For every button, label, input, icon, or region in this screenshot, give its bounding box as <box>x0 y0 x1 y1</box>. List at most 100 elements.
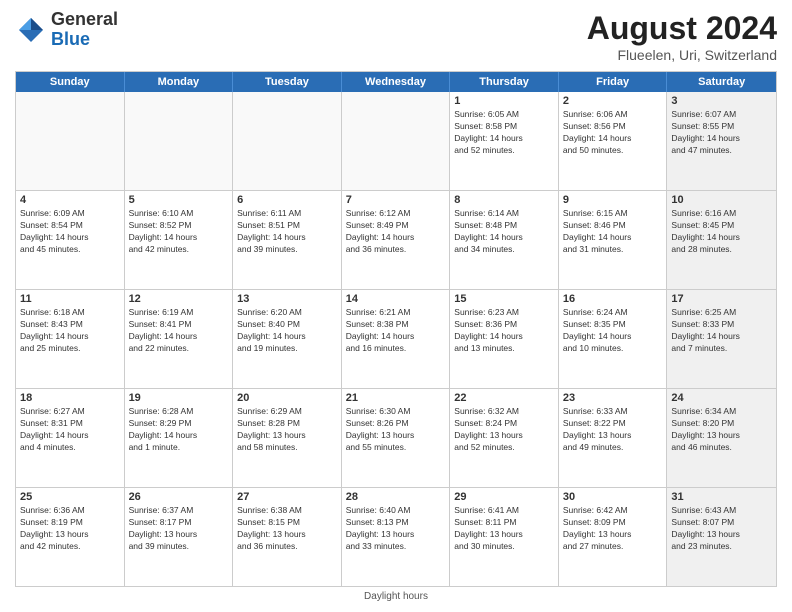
day-number: 6 <box>237 194 337 206</box>
footer-text: Daylight hours <box>364 591 428 602</box>
logo-general: General <box>51 10 118 30</box>
day-info: Sunrise: 6:24 AM Sunset: 8:35 PM Dayligh… <box>563 307 663 355</box>
calendar-header: SundayMondayTuesdayWednesdayThursdayFrid… <box>16 72 776 92</box>
day-number: 31 <box>671 491 772 503</box>
day-cell-9: 9 Sunrise: 6:15 AM Sunset: 8:46 PM Daylig… <box>559 191 668 289</box>
day-number: 25 <box>20 491 120 503</box>
day-number: 26 <box>129 491 229 503</box>
day-cell-15: 15 Sunrise: 6:23 AM Sunset: 8:36 PM Dayli… <box>450 290 559 388</box>
day-cell-18: 18 Sunrise: 6:27 AM Sunset: 8:31 PM Dayli… <box>16 389 125 487</box>
day-info: Sunrise: 6:09 AM Sunset: 8:54 PM Dayligh… <box>20 208 120 256</box>
day-info: Sunrise: 6:15 AM Sunset: 8:46 PM Dayligh… <box>563 208 663 256</box>
day-number: 18 <box>20 392 120 404</box>
empty-cell-0-3 <box>342 92 451 190</box>
header-day-monday: Monday <box>125 72 234 92</box>
day-info: Sunrise: 6:27 AM Sunset: 8:31 PM Dayligh… <box>20 406 120 454</box>
day-number: 24 <box>671 392 772 404</box>
day-number: 19 <box>129 392 229 404</box>
page: General Blue August 2024 Flueelen, Uri, … <box>0 0 792 612</box>
title-month: August 2024 <box>587 10 777 47</box>
day-cell-30: 30 Sunrise: 6:42 AM Sunset: 8:09 PM Dayli… <box>559 488 668 586</box>
day-number: 22 <box>454 392 554 404</box>
calendar-body: 1Sunrise: 6:05 AM Sunset: 8:58 PM Daylig… <box>16 92 776 586</box>
day-info: Sunrise: 6:05 AM Sunset: 8:58 PM Dayligh… <box>454 109 554 157</box>
day-cell-7: 7Sunrise: 6:12 AM Sunset: 8:49 PM Daylig… <box>342 191 451 289</box>
day-cell-21: 21Sunrise: 6:30 AM Sunset: 8:26 PM Dayli… <box>342 389 451 487</box>
empty-cell-0-0 <box>16 92 125 190</box>
calendar-row-1: 4 Sunrise: 6:09 AM Sunset: 8:54 PM Daylig… <box>16 190 776 289</box>
calendar-row-0: 1Sunrise: 6:05 AM Sunset: 8:58 PM Daylig… <box>16 92 776 190</box>
day-info: Sunrise: 6:29 AM Sunset: 8:28 PM Dayligh… <box>237 406 337 454</box>
day-cell-10: 10Sunrise: 6:16 AM Sunset: 8:45 PM Dayli… <box>667 191 776 289</box>
day-cell-20: 20 Sunrise: 6:29 AM Sunset: 8:28 PM Dayli… <box>233 389 342 487</box>
day-info: Sunrise: 6:34 AM Sunset: 8:20 PM Dayligh… <box>671 406 772 454</box>
header-day-sunday: Sunday <box>16 72 125 92</box>
day-info: Sunrise: 6:16 AM Sunset: 8:45 PM Dayligh… <box>671 208 772 256</box>
calendar-row-2: 11Sunrise: 6:18 AM Sunset: 8:43 PM Dayli… <box>16 289 776 388</box>
day-cell-17: 17Sunrise: 6:25 AM Sunset: 8:33 PM Dayli… <box>667 290 776 388</box>
day-info: Sunrise: 6:06 AM Sunset: 8:56 PM Dayligh… <box>563 109 663 157</box>
header-day-saturday: Saturday <box>667 72 776 92</box>
day-info: Sunrise: 6:10 AM Sunset: 8:52 PM Dayligh… <box>129 208 229 256</box>
day-cell-5: 5 Sunrise: 6:10 AM Sunset: 8:52 PM Daylig… <box>125 191 234 289</box>
day-cell-11: 11Sunrise: 6:18 AM Sunset: 8:43 PM Dayli… <box>16 290 125 388</box>
day-info: Sunrise: 6:36 AM Sunset: 8:19 PM Dayligh… <box>20 505 120 553</box>
day-number: 5 <box>129 194 229 206</box>
day-info: Sunrise: 6:23 AM Sunset: 8:36 PM Dayligh… <box>454 307 554 355</box>
logo: General Blue <box>15 10 118 50</box>
day-cell-1: 1Sunrise: 6:05 AM Sunset: 8:58 PM Daylig… <box>450 92 559 190</box>
day-number: 17 <box>671 293 772 305</box>
day-info: Sunrise: 6:38 AM Sunset: 8:15 PM Dayligh… <box>237 505 337 553</box>
day-info: Sunrise: 6:41 AM Sunset: 8:11 PM Dayligh… <box>454 505 554 553</box>
calendar: SundayMondayTuesdayWednesdayThursdayFrid… <box>15 71 777 587</box>
day-number: 11 <box>20 293 120 305</box>
day-info: Sunrise: 6:07 AM Sunset: 8:55 PM Dayligh… <box>671 109 772 157</box>
day-number: 21 <box>346 392 446 404</box>
day-cell-4: 4 Sunrise: 6:09 AM Sunset: 8:54 PM Daylig… <box>16 191 125 289</box>
calendar-row-3: 18 Sunrise: 6:27 AM Sunset: 8:31 PM Dayli… <box>16 388 776 487</box>
day-number: 3 <box>671 95 772 107</box>
title-location: Flueelen, Uri, Switzerland <box>587 47 777 63</box>
day-number: 28 <box>346 491 446 503</box>
day-info: Sunrise: 6:28 AM Sunset: 8:29 PM Dayligh… <box>129 406 229 454</box>
day-number: 15 <box>454 293 554 305</box>
day-info: Sunrise: 6:12 AM Sunset: 8:49 PM Dayligh… <box>346 208 446 256</box>
header: General Blue August 2024 Flueelen, Uri, … <box>15 10 777 63</box>
day-cell-25: 25 Sunrise: 6:36 AM Sunset: 8:19 PM Dayli… <box>16 488 125 586</box>
day-info: Sunrise: 6:20 AM Sunset: 8:40 PM Dayligh… <box>237 307 337 355</box>
day-info: Sunrise: 6:32 AM Sunset: 8:24 PM Dayligh… <box>454 406 554 454</box>
day-number: 16 <box>563 293 663 305</box>
day-number: 13 <box>237 293 337 305</box>
header-day-thursday: Thursday <box>450 72 559 92</box>
day-cell-29: 29Sunrise: 6:41 AM Sunset: 8:11 PM Dayli… <box>450 488 559 586</box>
header-day-friday: Friday <box>559 72 668 92</box>
header-day-wednesday: Wednesday <box>342 72 451 92</box>
day-cell-28: 28Sunrise: 6:40 AM Sunset: 8:13 PM Dayli… <box>342 488 451 586</box>
day-cell-19: 19 Sunrise: 6:28 AM Sunset: 8:29 PM Dayli… <box>125 389 234 487</box>
day-info: Sunrise: 6:42 AM Sunset: 8:09 PM Dayligh… <box>563 505 663 553</box>
day-cell-26: 26Sunrise: 6:37 AM Sunset: 8:17 PM Dayli… <box>125 488 234 586</box>
day-cell-8: 8 Sunrise: 6:14 AM Sunset: 8:48 PM Daylig… <box>450 191 559 289</box>
day-number: 30 <box>563 491 663 503</box>
title-block: August 2024 Flueelen, Uri, Switzerland <box>587 10 777 63</box>
day-number: 8 <box>454 194 554 206</box>
day-number: 27 <box>237 491 337 503</box>
day-info: Sunrise: 6:19 AM Sunset: 8:41 PM Dayligh… <box>129 307 229 355</box>
day-info: Sunrise: 6:33 AM Sunset: 8:22 PM Dayligh… <box>563 406 663 454</box>
day-cell-2: 2Sunrise: 6:06 AM Sunset: 8:56 PM Daylig… <box>559 92 668 190</box>
day-cell-3: 3 Sunrise: 6:07 AM Sunset: 8:55 PM Daylig… <box>667 92 776 190</box>
day-info: Sunrise: 6:14 AM Sunset: 8:48 PM Dayligh… <box>454 208 554 256</box>
empty-cell-0-1 <box>125 92 234 190</box>
day-number: 4 <box>20 194 120 206</box>
day-cell-23: 23 Sunrise: 6:33 AM Sunset: 8:22 PM Dayli… <box>559 389 668 487</box>
day-number: 9 <box>563 194 663 206</box>
day-number: 20 <box>237 392 337 404</box>
day-cell-24: 24 Sunrise: 6:34 AM Sunset: 8:20 PM Dayli… <box>667 389 776 487</box>
day-info: Sunrise: 6:43 AM Sunset: 8:07 PM Dayligh… <box>671 505 772 553</box>
logo-text: General Blue <box>51 10 118 50</box>
day-number: 23 <box>563 392 663 404</box>
calendar-row-4: 25 Sunrise: 6:36 AM Sunset: 8:19 PM Dayli… <box>16 487 776 586</box>
day-cell-14: 14Sunrise: 6:21 AM Sunset: 8:38 PM Dayli… <box>342 290 451 388</box>
day-cell-27: 27 Sunrise: 6:38 AM Sunset: 8:15 PM Dayli… <box>233 488 342 586</box>
footer: Daylight hours <box>15 591 777 602</box>
